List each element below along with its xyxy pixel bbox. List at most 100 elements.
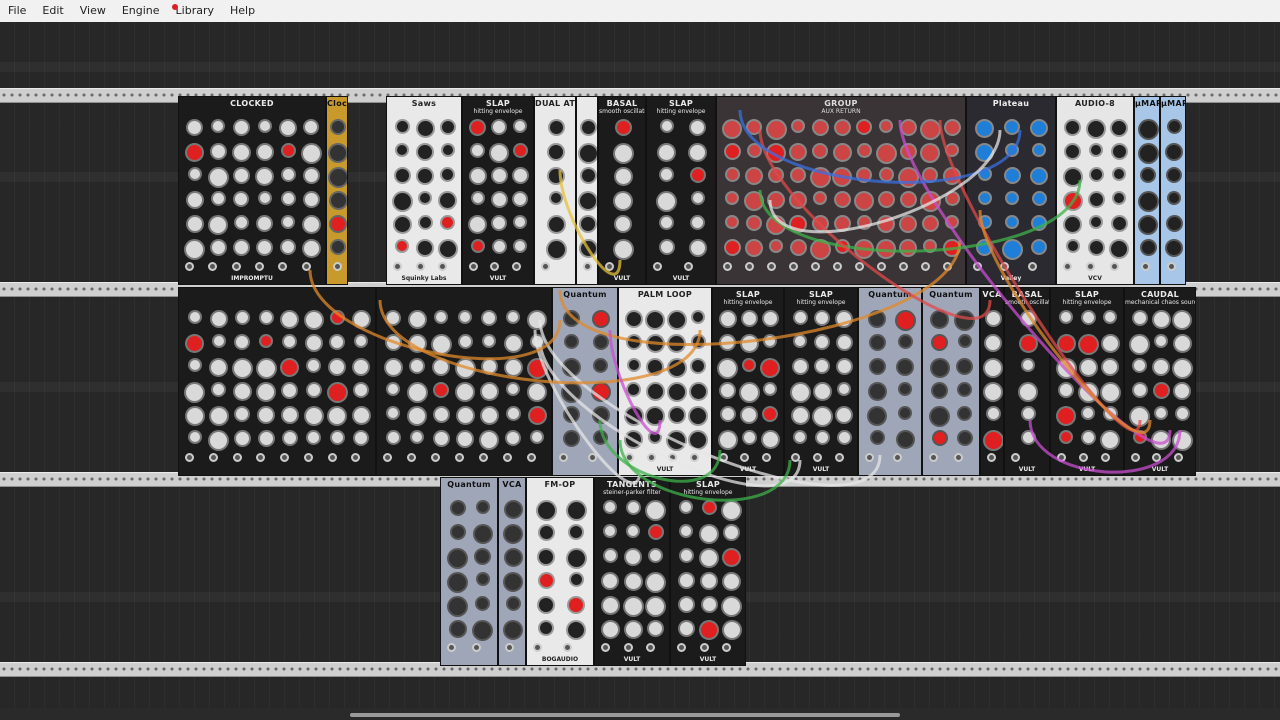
knob[interactable]: [593, 312, 608, 326]
knob[interactable]: [549, 121, 563, 134]
knob[interactable]: [385, 360, 401, 375]
jack[interactable]: [653, 262, 662, 271]
knob[interactable]: [332, 121, 344, 133]
knob[interactable]: [493, 217, 505, 229]
knob[interactable]: [539, 550, 553, 564]
knob[interactable]: [189, 432, 200, 442]
knob[interactable]: [388, 408, 398, 418]
jack[interactable]: [303, 453, 313, 462]
knob[interactable]: [505, 622, 521, 638]
knob[interactable]: [979, 217, 990, 227]
knob[interactable]: [616, 121, 630, 134]
knob[interactable]: [1022, 432, 1034, 443]
knob[interactable]: [869, 408, 885, 424]
knob[interactable]: [747, 169, 761, 183]
knob[interactable]: [931, 408, 948, 425]
knob[interactable]: [899, 169, 917, 186]
jack[interactable]: [407, 453, 416, 462]
knob[interactable]: [627, 336, 640, 348]
knob[interactable]: [1112, 121, 1127, 135]
knob[interactable]: [329, 169, 347, 186]
knob[interactable]: [528, 360, 546, 377]
knob[interactable]: [505, 526, 521, 542]
jack[interactable]: [1011, 453, 1020, 462]
knob[interactable]: [1114, 193, 1125, 203]
knob[interactable]: [282, 145, 294, 156]
knob[interactable]: [409, 312, 425, 327]
knob[interactable]: [690, 408, 707, 424]
knob[interactable]: [1021, 312, 1035, 325]
knob[interactable]: [505, 336, 521, 351]
knob[interactable]: [209, 169, 227, 186]
knob[interactable]: [1091, 145, 1101, 155]
knob[interactable]: [922, 145, 938, 161]
horizontal-scrollbar[interactable]: [0, 708, 1280, 720]
knob[interactable]: [925, 241, 935, 251]
knob[interactable]: [213, 384, 225, 395]
module-panel[interactable]: [376, 287, 552, 476]
knob[interactable]: [723, 622, 740, 638]
knob[interactable]: [397, 241, 408, 251]
knob[interactable]: [505, 574, 521, 590]
module-vca[interactable]: VCA: [498, 477, 526, 666]
knob[interactable]: [1005, 169, 1019, 182]
knob[interactable]: [933, 336, 946, 349]
jack[interactable]: [505, 643, 514, 652]
knob[interactable]: [1033, 193, 1045, 204]
knob[interactable]: [794, 312, 806, 323]
knob[interactable]: [877, 145, 895, 162]
knob[interactable]: [187, 145, 203, 160]
knob[interactable]: [624, 598, 642, 615]
knob[interactable]: [236, 408, 249, 420]
jack[interactable]: [929, 453, 938, 462]
knob[interactable]: [547, 241, 565, 258]
knob[interactable]: [659, 145, 674, 160]
knob[interactable]: [740, 384, 758, 401]
jack[interactable]: [835, 453, 844, 462]
knob[interactable]: [834, 169, 850, 185]
knob[interactable]: [647, 598, 665, 615]
knob[interactable]: [879, 193, 893, 206]
knob[interactable]: [692, 217, 703, 228]
knob[interactable]: [507, 598, 519, 609]
jack[interactable]: [761, 453, 771, 462]
knob[interactable]: [835, 217, 849, 230]
knob[interactable]: [770, 169, 782, 181]
knob[interactable]: [604, 550, 616, 561]
knob[interactable]: [234, 169, 248, 182]
knob[interactable]: [549, 145, 563, 159]
knob[interactable]: [719, 432, 736, 448]
jack[interactable]: [255, 262, 264, 271]
knob[interactable]: [539, 526, 553, 539]
knob[interactable]: [282, 241, 294, 253]
knob[interactable]: [681, 526, 692, 536]
knob[interactable]: [816, 312, 828, 324]
knob[interactable]: [1173, 360, 1191, 377]
module-quantum[interactable]: Quantum: [440, 477, 498, 666]
knob[interactable]: [580, 193, 596, 209]
knob[interactable]: [515, 217, 526, 227]
knob[interactable]: [649, 526, 662, 538]
knob[interactable]: [987, 408, 999, 419]
knob[interactable]: [1033, 217, 1046, 229]
knob[interactable]: [284, 336, 296, 347]
knob[interactable]: [650, 550, 662, 561]
knob[interactable]: [748, 121, 760, 133]
knob[interactable]: [477, 598, 488, 609]
knob[interactable]: [616, 217, 630, 231]
module-rack[interactable]: CLOCKED IMPROMPTU Clock Divider Saws Squinky…: [0, 22, 1280, 708]
jack[interactable]: [469, 262, 478, 271]
jack[interactable]: [601, 643, 610, 652]
knob[interactable]: [838, 432, 850, 443]
jack[interactable]: [333, 262, 342, 271]
knob[interactable]: [1003, 241, 1021, 258]
knob[interactable]: [393, 193, 411, 210]
knob[interactable]: [483, 312, 495, 324]
knob[interactable]: [1102, 432, 1118, 448]
knob[interactable]: [1105, 312, 1115, 322]
jack[interactable]: [689, 453, 699, 462]
knob[interactable]: [186, 384, 204, 401]
knob[interactable]: [923, 217, 937, 230]
knob[interactable]: [449, 550, 466, 567]
knob[interactable]: [308, 360, 320, 371]
